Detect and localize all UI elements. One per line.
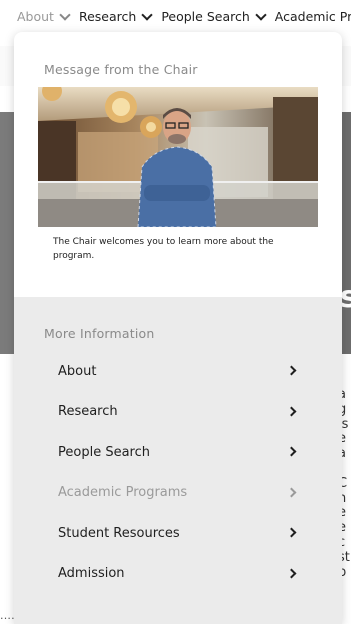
- nav-academic-programs-label: Academic Pro: [274, 8, 351, 24]
- chair-photo[interactable]: [38, 87, 318, 227]
- menu-item-label: Academic Programs: [58, 485, 188, 501]
- nav-people-search[interactable]: People Search: [151, 8, 267, 24]
- menu-item-academic-programs[interactable]: Academic Programs: [14, 473, 342, 514]
- chair-section-title: Message from the Chair: [44, 62, 198, 77]
- nav-about-label: About: [17, 8, 54, 24]
- more-information-menu: About Research People Search Academic Pr…: [14, 351, 342, 594]
- chevron-right-icon: [286, 365, 297, 376]
- more-information-title: More Information: [44, 326, 155, 341]
- menu-item-label: Admission: [58, 566, 125, 582]
- menu-item-student-resources[interactable]: Student Resources: [14, 513, 342, 554]
- menu-item-admission[interactable]: Admission: [14, 554, 342, 595]
- nav-people-search-label: People Search: [161, 8, 250, 24]
- chevron-right-icon: [286, 406, 297, 417]
- chevron-right-icon: [286, 446, 297, 457]
- nav-about[interactable]: About: [0, 8, 71, 24]
- about-dropdown-panel: Message from the Chair The Chair welcome…: [14, 32, 342, 624]
- menu-item-label: Student Resources: [58, 525, 180, 541]
- chevron-right-icon: [286, 487, 297, 498]
- chair-message-section: Message from the Chair The Chair welcome…: [14, 32, 342, 297]
- hero-image-edge-right: s: [340, 112, 351, 354]
- chair-photo-caption: The Chair welcomes you to learn more abo…: [53, 237, 274, 261]
- menu-item-label: Research: [58, 404, 118, 420]
- nav-academic-programs[interactable]: Academic Pro: [265, 9, 351, 24]
- menu-item-label: People Search: [58, 444, 150, 460]
- menu-item-label: About: [58, 363, 97, 379]
- chevron-right-icon: [286, 568, 297, 579]
- nav-research-label: Research: [78, 8, 137, 24]
- menu-item-research[interactable]: Research: [14, 392, 342, 433]
- menu-item-about[interactable]: About: [14, 351, 342, 392]
- nav-research[interactable]: Research: [69, 8, 153, 24]
- top-navigation: About Research People Search Academic Pr…: [0, 0, 351, 32]
- menu-item-people-search[interactable]: People Search: [14, 432, 342, 473]
- chair-photo-image: [38, 87, 318, 227]
- chevron-right-icon: [286, 527, 297, 538]
- hero-image-edge-left: [0, 112, 14, 354]
